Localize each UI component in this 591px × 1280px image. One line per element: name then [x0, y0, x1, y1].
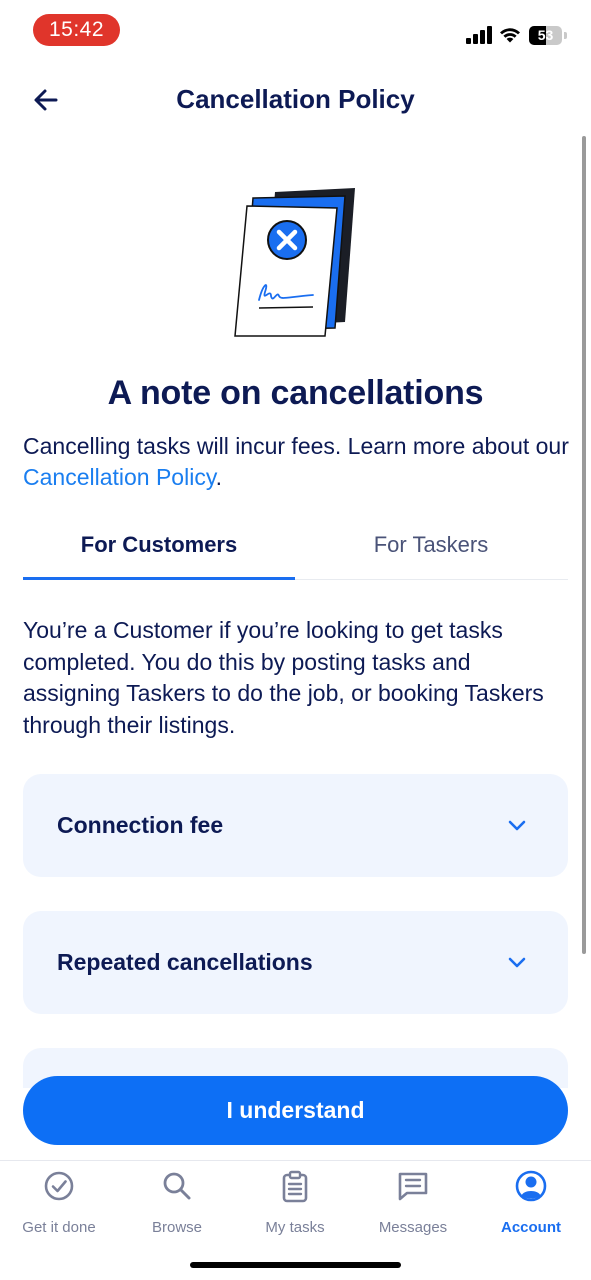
intro-text: Cancelling tasks will incur fees. Learn …	[23, 431, 573, 493]
intro-body: Cancelling tasks will incur fees. Learn …	[23, 433, 569, 459]
nav-browse[interactable]: Browse	[118, 1169, 236, 1239]
accordion-label: Connection fee	[57, 812, 224, 838]
accordion-repeated-cancellations[interactable]: Repeated cancellations	[23, 911, 568, 1014]
nav-label: Account	[501, 1219, 561, 1236]
scrollbar[interactable]	[582, 136, 586, 954]
cancellation-policy-link[interactable]: Cancellation Policy	[23, 464, 216, 490]
accordion-label: Repeated cancellations	[57, 949, 313, 975]
i-understand-button[interactable]: I understand	[23, 1076, 568, 1145]
wifi-icon	[500, 28, 520, 43]
cellular-signal-icon	[466, 26, 492, 44]
message-icon	[398, 1172, 428, 1201]
nav-get-it-done[interactable]: Get it done	[0, 1169, 118, 1239]
hero-title: A note on cancellations	[107, 374, 484, 412]
chevron-down-icon	[508, 820, 526, 831]
customer-description: You’re a Customer if you’re looking to g…	[23, 617, 544, 738]
status-time: 15:42	[33, 14, 120, 46]
accordion-connection-fee[interactable]: Connection fee	[23, 774, 568, 877]
intro-suffix: .	[215, 464, 223, 490]
status-bar: 15:42 53	[0, 0, 591, 62]
nav-account[interactable]: Account	[472, 1169, 590, 1239]
clipboard-icon	[282, 1170, 308, 1203]
cancelled-document-illustration	[234, 188, 355, 337]
tab-for-taskers[interactable]: For Taskers	[295, 520, 567, 580]
header: Cancellation Policy	[0, 70, 591, 132]
battery-label: 53	[537, 27, 554, 43]
nav-my-tasks[interactable]: My tasks	[236, 1169, 354, 1239]
account-icon	[515, 1170, 547, 1202]
nav-messages[interactable]: Messages	[354, 1169, 472, 1239]
nav-label: Messages	[378, 1219, 448, 1236]
chevron-down-icon	[508, 957, 526, 968]
page-title: Cancellation Policy	[176, 84, 415, 114]
check-circle-icon	[44, 1171, 74, 1201]
tab-for-customers[interactable]: For Customers	[23, 520, 295, 580]
battery-indicator: 53	[529, 26, 567, 45]
audience-tabs: For Customers For Taskers	[23, 520, 568, 580]
nav-label: Get it done	[22, 1219, 96, 1236]
search-icon	[163, 1172, 191, 1200]
nav-label: My tasks	[265, 1219, 325, 1236]
nav-label: Browse	[151, 1219, 203, 1236]
home-indicator[interactable]	[190, 1262, 401, 1268]
